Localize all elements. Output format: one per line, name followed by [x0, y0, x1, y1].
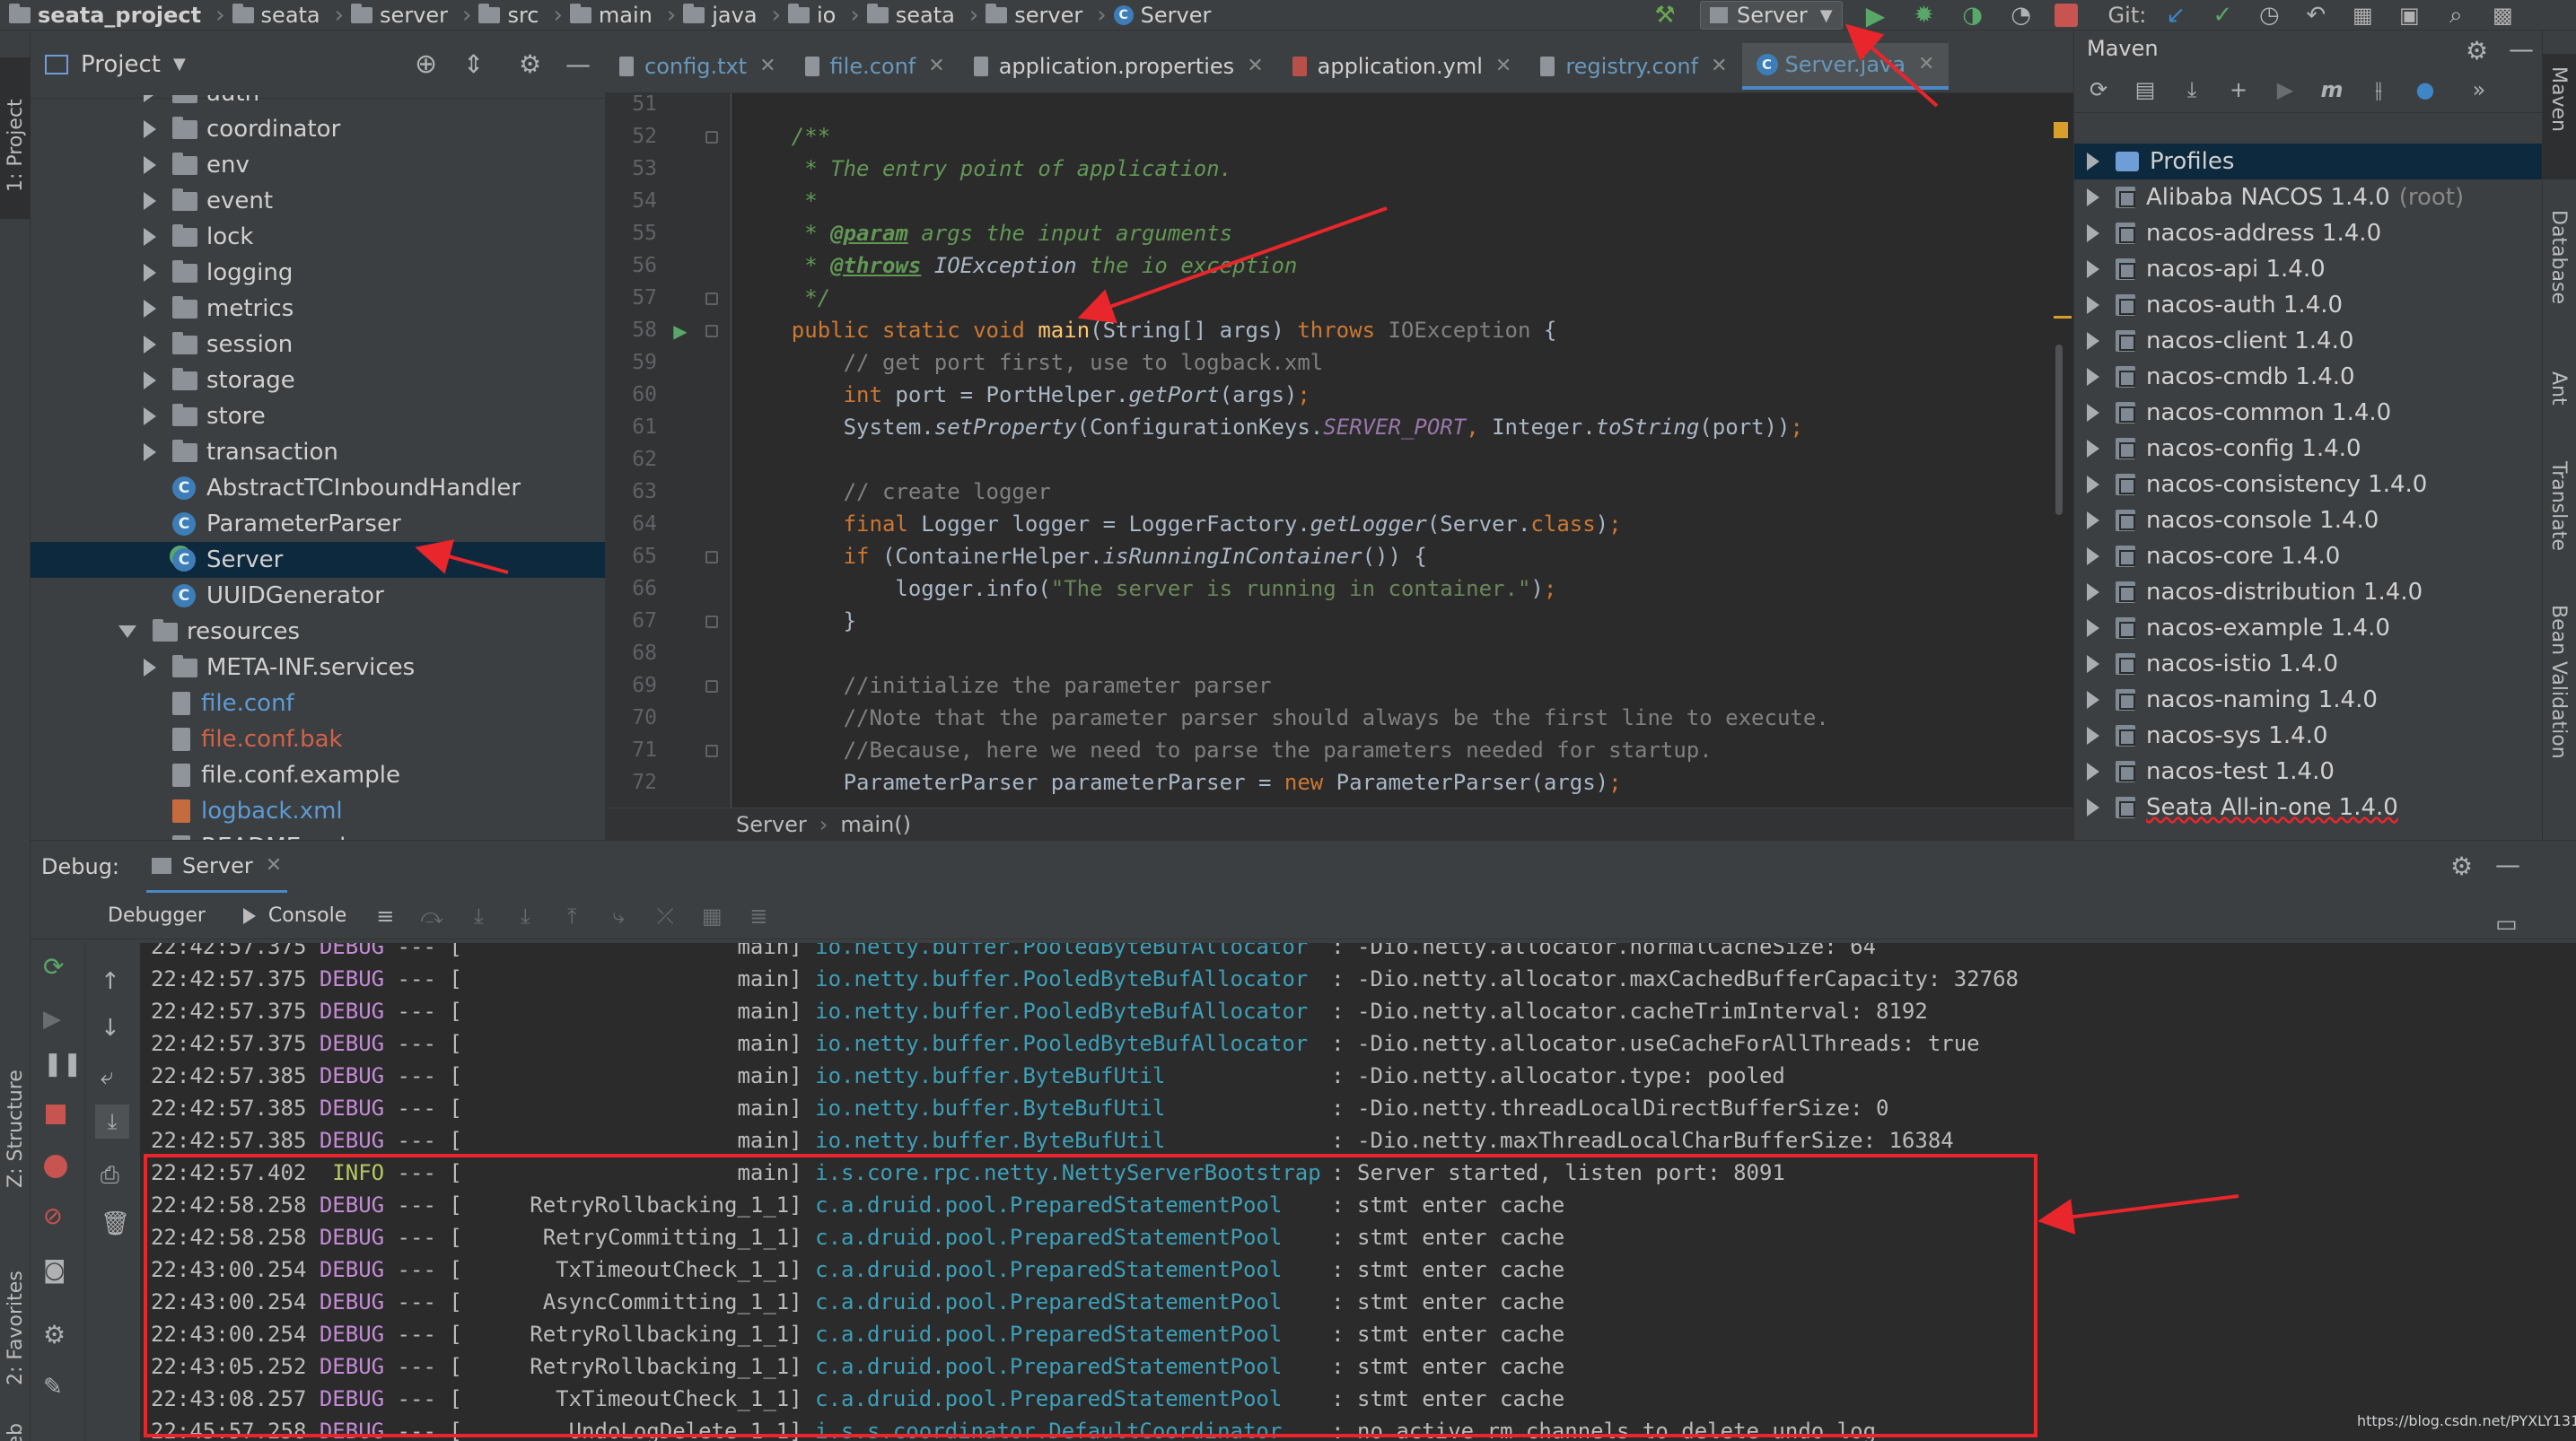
arrow-to-server-class	[415, 539, 509, 574]
annotation-arrows	[415, 23, 2239, 1235]
arrow-to-log-box	[2037, 1194, 2239, 1235]
arrow-to-main-method	[1077, 206, 1388, 324]
arrow-to-run-config	[1845, 23, 1939, 108]
watermark: https://blog.csdn.net/PYXLY1314	[2357, 1412, 2576, 1429]
